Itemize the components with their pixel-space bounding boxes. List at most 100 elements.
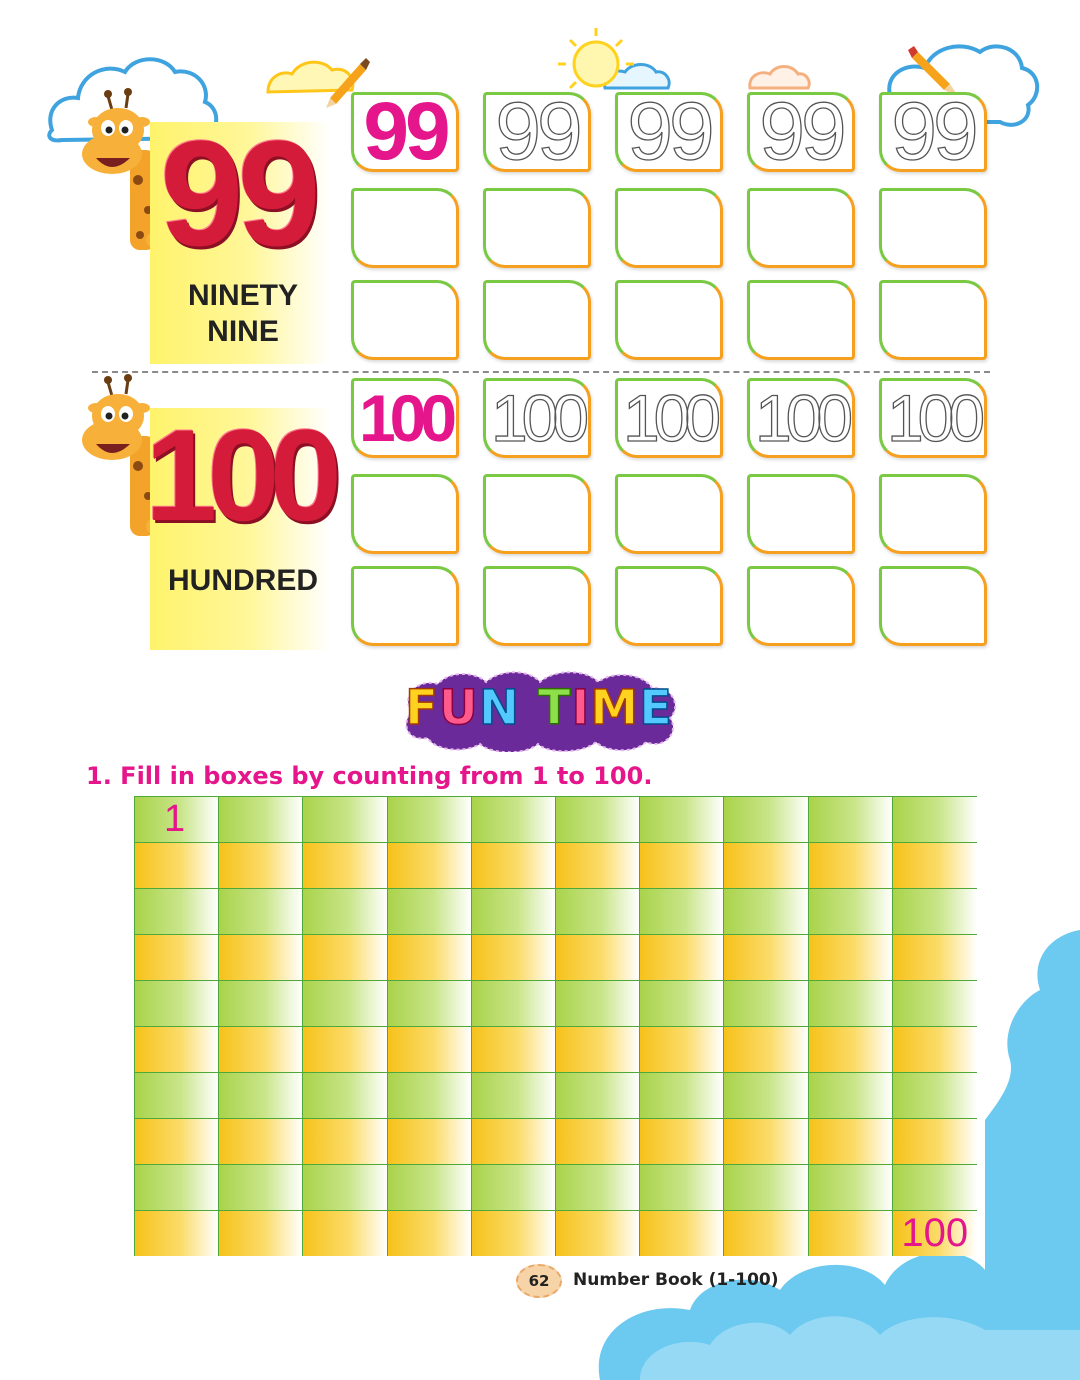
writing-box[interactable]: [615, 474, 723, 554]
grid-cell[interactable]: [303, 888, 388, 934]
grid-cell[interactable]: [219, 796, 304, 842]
grid-cell[interactable]: [135, 934, 220, 980]
grid-cell[interactable]: [555, 1072, 641, 1118]
grid-cell[interactable]: [219, 934, 304, 980]
grid-cell[interactable]: [219, 888, 304, 934]
grid-cell[interactable]: [640, 1026, 725, 1072]
grid-cell[interactable]: [387, 796, 472, 842]
grid-cell[interactable]: [892, 1026, 977, 1072]
grid-cell[interactable]: [387, 888, 472, 934]
grid-cell[interactable]: [387, 1072, 472, 1118]
grid-cell[interactable]: [387, 934, 472, 980]
writing-box[interactable]: [483, 188, 591, 268]
grid-cell[interactable]: [555, 796, 641, 842]
writing-box[interactable]: [615, 188, 723, 268]
grid-cell[interactable]: [219, 1210, 304, 1256]
grid-cell[interactable]: [471, 980, 556, 1026]
writing-box[interactable]: [483, 474, 591, 554]
grid-cell[interactable]: [471, 1164, 556, 1210]
grid-cell[interactable]: [219, 1072, 304, 1118]
grid-cell[interactable]: [303, 934, 388, 980]
grid-cell[interactable]: [219, 1118, 304, 1164]
grid-cell[interactable]: [471, 1072, 556, 1118]
writing-box[interactable]: [351, 566, 459, 646]
writing-box[interactable]: [747, 280, 855, 360]
grid-cell[interactable]: [892, 888, 977, 934]
grid-cell[interactable]: [219, 1026, 304, 1072]
writing-box[interactable]: [351, 474, 459, 554]
grid-cell[interactable]: [387, 1210, 472, 1256]
writing-box[interactable]: [351, 280, 459, 360]
grid-cell[interactable]: [303, 1118, 388, 1164]
grid-cell[interactable]: [303, 1164, 388, 1210]
grid-cell[interactable]: [135, 842, 220, 888]
grid-cell[interactable]: [640, 842, 725, 888]
grid-cell[interactable]: [808, 980, 893, 1026]
grid-cell[interactable]: [135, 980, 220, 1026]
grid-cell[interactable]: [724, 1072, 809, 1118]
grid-cell[interactable]: [640, 934, 725, 980]
grid-cell[interactable]: [303, 1026, 388, 1072]
grid-cell[interactable]: [387, 980, 472, 1026]
grid-cell[interactable]: [724, 796, 809, 842]
trace-box[interactable]: 99: [747, 92, 855, 172]
grid-cell[interactable]: [555, 888, 641, 934]
grid-cell[interactable]: [135, 1072, 220, 1118]
grid-cell[interactable]: [640, 1118, 725, 1164]
grid-cell[interactable]: [892, 1164, 977, 1210]
grid-cell[interactable]: [387, 842, 472, 888]
grid-cell[interactable]: [808, 888, 893, 934]
grid-cell[interactable]: [135, 888, 220, 934]
writing-box[interactable]: [747, 566, 855, 646]
writing-box[interactable]: [351, 188, 459, 268]
grid-cell[interactable]: [892, 934, 977, 980]
grid-cell[interactable]: [724, 980, 809, 1026]
grid-cell[interactable]: [555, 934, 641, 980]
grid-cell[interactable]: [892, 980, 977, 1026]
grid-cell[interactable]: [555, 1210, 641, 1256]
grid-cell[interactable]: [135, 1118, 220, 1164]
writing-box[interactable]: [879, 566, 987, 646]
grid-cell[interactable]: [808, 1118, 893, 1164]
grid-cell[interactable]: [555, 1164, 641, 1210]
writing-box[interactable]: [879, 474, 987, 554]
grid-cell[interactable]: [640, 888, 725, 934]
grid-cell[interactable]: [808, 842, 893, 888]
trace-box[interactable]: 100: [879, 378, 987, 458]
trace-box[interactable]: 99: [615, 92, 723, 172]
grid-cell[interactable]: [471, 888, 556, 934]
grid-cell[interactable]: [808, 1072, 893, 1118]
grid-cell[interactable]: [303, 980, 388, 1026]
grid-cell[interactable]: [471, 1026, 556, 1072]
grid-cell[interactable]: [555, 1026, 641, 1072]
grid-cell[interactable]: [724, 1210, 809, 1256]
grid-cell[interactable]: [219, 1164, 304, 1210]
grid-cell[interactable]: [892, 842, 977, 888]
writing-box[interactable]: [879, 188, 987, 268]
grid-cell[interactable]: [555, 842, 641, 888]
grid-cell[interactable]: [892, 796, 977, 842]
grid-cell[interactable]: [640, 796, 725, 842]
grid-cell[interactable]: [303, 842, 388, 888]
grid-cell[interactable]: [471, 1118, 556, 1164]
writing-box[interactable]: [615, 566, 723, 646]
grid-cell[interactable]: [808, 1026, 893, 1072]
writing-box[interactable]: [483, 280, 591, 360]
trace-box[interactable]: 99: [879, 92, 987, 172]
trace-box[interactable]: 100: [615, 378, 723, 458]
trace-box[interactable]: 100: [483, 378, 591, 458]
grid-cell[interactable]: [387, 1118, 472, 1164]
writing-box[interactable]: [615, 280, 723, 360]
grid-cell[interactable]: [219, 842, 304, 888]
trace-box[interactable]: 99: [483, 92, 591, 172]
writing-box[interactable]: [747, 474, 855, 554]
grid-cell[interactable]: [219, 980, 304, 1026]
grid-cell[interactable]: [135, 1210, 220, 1256]
grid-cell[interactable]: [892, 1072, 977, 1118]
grid-cell[interactable]: [387, 1026, 472, 1072]
grid-cell[interactable]: [724, 1164, 809, 1210]
writing-box[interactable]: [747, 188, 855, 268]
grid-cell[interactable]: [135, 1164, 220, 1210]
grid-cell[interactable]: [555, 1118, 641, 1164]
grid-cell[interactable]: [471, 842, 556, 888]
